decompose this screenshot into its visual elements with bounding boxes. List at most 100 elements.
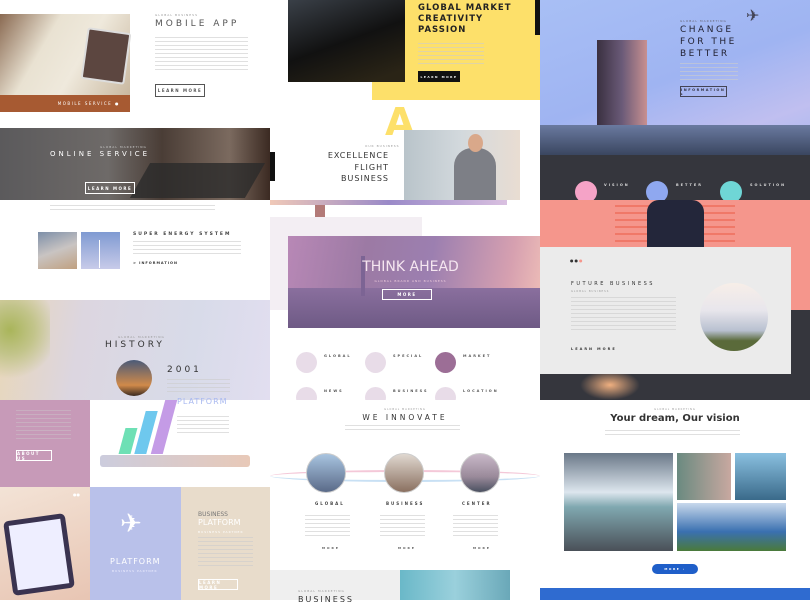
excellence-title: EXCELLENCE FLIGHT BUSINESS [310, 150, 389, 185]
box-icon[interactable] [720, 181, 742, 200]
online-learn-more-button[interactable]: LEARN MORE [85, 182, 135, 194]
couple-photo[interactable] [677, 453, 731, 500]
stadium-photo[interactable] [677, 503, 786, 551]
online-service-banner: GLOBAL MARKETING ONLINE SERVICE LEARN MO… [0, 128, 270, 200]
blue-footer-bar [540, 588, 810, 600]
businessman-figure [454, 148, 496, 200]
platform-chart-body [177, 416, 229, 436]
energy-body [133, 241, 241, 255]
information-button[interactable]: INFORMATION ▸ [680, 86, 727, 97]
vision-kicker: GLOBAL MARKETING [654, 408, 696, 411]
platform-chart-title: PLATFORM [177, 397, 228, 406]
about-us-button[interactable]: ABOUT US [16, 450, 52, 461]
global-learn-more-button[interactable]: LEARN MORE [418, 71, 460, 82]
innovate-body [345, 425, 460, 431]
airplane-icon: ✈ [120, 509, 142, 539]
vision-icon[interactable] [575, 181, 597, 200]
title-line: FOR THE [680, 37, 737, 47]
innovate-label: GLOBAL [315, 501, 345, 506]
man-in-suit-image [647, 200, 704, 247]
energy-information-link[interactable]: > INFORMATION [133, 261, 178, 265]
history-year: 2001 [167, 365, 202, 375]
airplane-icon: ✈ [746, 6, 760, 25]
feature-label: GLOBAL [324, 354, 352, 358]
values-band: VISION BETTER SOLUTION [540, 155, 810, 200]
think-ahead-more-button[interactable]: MORE [382, 289, 432, 300]
change-body [680, 63, 738, 80]
online-service-kicker: GLOBAL MARKETING [100, 145, 147, 149]
mobile-app-title: MOBILE APP [155, 19, 240, 29]
business-learn-more-button[interactable]: LEARN MORE [198, 579, 238, 590]
title-line: GLOBAL MARKET [418, 3, 512, 13]
slider-dots[interactable]: ●●● [570, 258, 583, 263]
vision-section: GLOBAL MARKETING Your dream, Our vision … [540, 400, 810, 600]
platform-chart-panel: PLATFORM [90, 397, 270, 487]
innovate-more-link[interactable]: MORE [322, 546, 340, 550]
title-line: BUSINESS [341, 174, 389, 183]
platform-plane-title: PLATFORM [110, 557, 161, 566]
mobile-app-kicker: GLOBAL BUSINESS [155, 13, 198, 17]
innovate-more-link[interactable]: MORE [398, 546, 416, 550]
mobile-service-bar[interactable]: MOBILE SERVICE ● [0, 95, 130, 112]
history-body [167, 379, 230, 392]
mobile-app-photo [0, 14, 132, 95]
bottom-business-kicker: GLOBAL MARKETING [298, 589, 345, 593]
innovate-title: WE INNOVATE [362, 413, 448, 422]
gear-icon[interactable] [365, 352, 386, 373]
business-photo[interactable] [384, 453, 424, 493]
future-learn-more-link[interactable]: LEARN MORE [571, 347, 617, 351]
tablet-photo: ●● [0, 487, 90, 600]
wind-turbine-image [99, 240, 100, 268]
about-body [16, 410, 71, 442]
online-service-title: ONLINE SERVICE [50, 150, 151, 158]
business-platform-subtitle: BUSINESS PARTNER [198, 530, 244, 534]
business-platform-body [198, 537, 253, 567]
innovate-body-2 [380, 515, 425, 537]
mobile-app-body [155, 37, 248, 72]
slider-dots[interactable]: ●● [73, 492, 80, 497]
title-line: CHANGE [680, 25, 734, 35]
feature-label: LOCATION [463, 389, 499, 393]
tablet-image [3, 513, 75, 596]
online-service-caption [50, 205, 215, 211]
history-title: HISTORY [105, 340, 165, 350]
innovate-label: BUSINESS [386, 501, 425, 506]
tablet-image [80, 27, 132, 85]
city-circle-photo [700, 283, 768, 351]
feature-label: NEWS [324, 389, 344, 393]
change-hero: ✈ GLOBAL MARKETING CHANGE FOR THE BETTER… [540, 0, 810, 155]
features-grid: GLOBAL SPECIAL MARKET NEWS BUSINESS LOCA… [296, 352, 536, 408]
title-line: PASSION [418, 25, 467, 35]
innovate-kicker: GLOBAL MARKETING [384, 408, 426, 411]
glow-image [580, 370, 640, 400]
chart-bar-purple [150, 400, 178, 454]
global-photo[interactable] [306, 453, 346, 493]
future-card: ●●● FUTURE BUSINESS GLOBAL BUSINESS LEAR… [540, 247, 791, 374]
innovate-label: CENTER [462, 501, 492, 506]
innovate-section: GLOBAL MARKETING WE INNOVATE GLOBAL BUSI… [270, 400, 540, 570]
book-icon[interactable] [435, 352, 456, 373]
business-platform-line1: BUSINESS [198, 511, 228, 518]
future-title: FUTURE BUSINESS [571, 281, 655, 287]
leaves-image [0, 300, 50, 400]
skyline-image [540, 125, 810, 155]
value-label: BETTER [676, 183, 703, 187]
platform-plane-panel: ✈ PLATFORM BUSINESS PARTNER [90, 487, 181, 600]
excellence-kicker: OUR BUSINESS [365, 144, 400, 148]
businessman-photo [404, 130, 520, 200]
change-kicker: GLOBAL MARKETING [680, 19, 727, 23]
vision-more-button[interactable]: MORE › [652, 564, 698, 574]
businessman-head [468, 134, 483, 152]
center-photo[interactable] [460, 453, 500, 493]
title-line: FLIGHT [354, 162, 389, 172]
bottom-blue-photo [400, 570, 510, 600]
innovate-more-link[interactable]: MORE [473, 546, 491, 550]
title-line: CREATIVITY [418, 14, 484, 24]
monitor-icon[interactable] [296, 352, 317, 373]
energy-photo-1 [38, 232, 77, 269]
bridge-photo[interactable] [564, 453, 673, 551]
mobile-learn-more-button[interactable]: LEARN MORE [155, 84, 205, 97]
building-photo[interactable] [735, 453, 786, 500]
badge-icon[interactable] [646, 181, 668, 200]
think-ahead-banner: THINK AHEAD GLOBAL BRAND AND BUSINESS MO… [288, 236, 540, 328]
